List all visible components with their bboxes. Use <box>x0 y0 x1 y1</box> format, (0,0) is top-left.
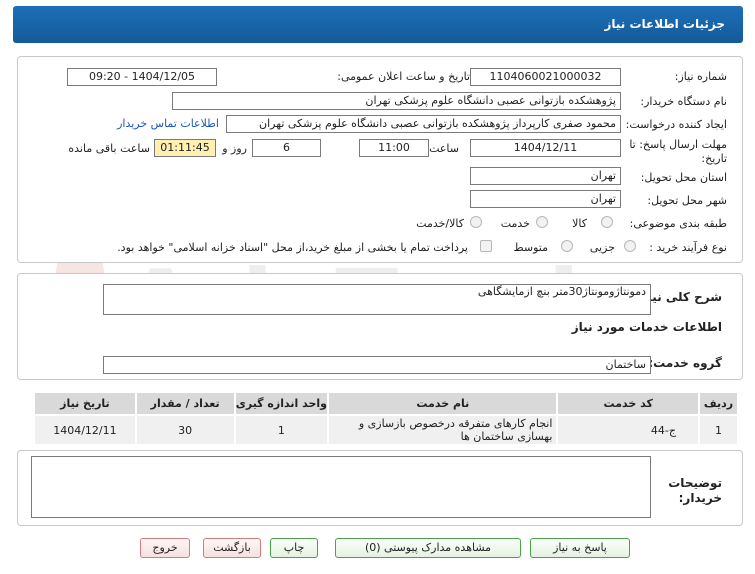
category-goods-radio[interactable] <box>601 216 613 228</box>
buyer-org-label: نام دستگاه خریدار: <box>640 95 727 108</box>
col-unit: واحد اندازه گیری <box>233 391 330 416</box>
delivery-province-label: استان محل تحویل: <box>640 171 727 184</box>
request-creator-field: محمود صفری کارپرداز پژوهشکده بازتوانی عص… <box>226 115 621 133</box>
deadline-label-line2: تاریخ: <box>701 152 727 165</box>
services-table: تاریخ نیاز تعداد / مقدار واحد اندازه گیر… <box>33 391 739 446</box>
category-service-label: خدمت <box>500 217 530 230</box>
process-medium-radio[interactable] <box>561 240 573 252</box>
process-minor-radio[interactable] <box>624 240 636 252</box>
buyer-org-field: پژوهشکده بازتوانی عصبی دانشگاه علوم پزشک… <box>172 92 621 110</box>
deadline-date-field: 1404/12/11 <box>470 139 621 157</box>
reply-button[interactable]: پاسخ به نیاز <box>530 538 630 558</box>
table-row: 1404/12/11 30 1 انجام کارهای متفرقه درخص… <box>33 414 739 446</box>
col-quantity: تعداد / مقدار <box>134 391 236 416</box>
process-minor-label: جزیی <box>589 241 615 254</box>
category-goods-service-label: کالا/خدمت <box>416 217 464 230</box>
delivery-city-field: تهران <box>470 190 621 208</box>
deadline-time-field: 11:00 <box>359 139 429 157</box>
back-button[interactable]: بازگشت <box>203 538 261 558</box>
cell-need-date: 1404/12/11 <box>33 414 137 446</box>
announce-datetime-label: تاریخ و ساعت اعلان عمومی: <box>337 70 470 83</box>
buyer-notes-field[interactable] <box>31 456 651 518</box>
islamic-treasury-checkbox[interactable] <box>480 240 492 252</box>
buyer-contact-link[interactable]: اطلاعات تماس خریدار <box>117 117 219 130</box>
payment-note: پرداخت تمام یا بخشی از مبلغ خرید،از محل … <box>117 241 468 254</box>
col-service-name: نام خدمت <box>327 391 559 416</box>
category-service-radio[interactable] <box>536 216 548 228</box>
cell-service-code: ج-44 <box>556 414 700 446</box>
attached-docs-button[interactable]: مشاهده مدارک پیوستی (0) <box>335 538 521 558</box>
service-group-field: ساختمان <box>103 356 651 374</box>
delivery-city-label: شهر محل تحویل: <box>647 194 727 207</box>
col-row-number: ردیف <box>698 391 739 416</box>
need-number-field: 1104060021000032 <box>470 68 621 86</box>
deadline-label-line1: مهلت ارسال پاسخ: تا <box>629 138 727 151</box>
purchase-process-label: نوع فرآیند خرید : <box>649 241 727 254</box>
print-button[interactable]: چاپ <box>270 538 318 558</box>
process-medium-label: متوسط <box>513 241 548 254</box>
service-group-label: گروه خدمت: <box>648 356 722 370</box>
services-table-header: تاریخ نیاز تعداد / مقدار واحد اندازه گیر… <box>33 391 739 416</box>
need-number-label: شماره نیاز: <box>674 70 727 83</box>
need-details-panel <box>17 56 743 263</box>
time-remaining-field: 01:11:45 <box>154 139 216 157</box>
cell-quantity: 30 <box>134 414 236 446</box>
page-title: جزئیات اطلاعات نیاز <box>604 17 725 31</box>
buyer-notes-label-line2: خریدار: <box>678 491 722 505</box>
category-label: طبقه بندی موضوعی: <box>629 217 727 230</box>
col-need-date: تاریخ نیاز <box>33 391 137 416</box>
exit-button[interactable]: خروج <box>140 538 190 558</box>
announce-datetime-field: 1404/12/05 - 09:20 <box>67 68 217 86</box>
days-label: روز و <box>222 142 247 155</box>
request-creator-label: ایجاد کننده درخواست: <box>625 118 727 131</box>
page-header: جزئیات اطلاعات نیاز <box>13 6 743 43</box>
buyer-notes-label-line1: توضیحات <box>668 476 722 490</box>
services-section-title: اطلاعات خدمات مورد نیاز <box>571 320 722 334</box>
cell-row-number: 1 <box>698 414 739 446</box>
time-remaining-label: ساعت باقی مانده <box>68 142 150 155</box>
deadline-time-label: ساعت <box>429 142 459 155</box>
delivery-province-field: تهران <box>470 167 621 185</box>
col-service-code: کد خدمت <box>556 391 700 416</box>
days-remaining-field: 6 <box>252 139 321 157</box>
cell-service-name: انجام کارهای متفرقه درخصوص بازسازی و بهس… <box>327 414 559 446</box>
cell-unit: 1 <box>233 414 330 446</box>
category-goods-label: کالا <box>572 217 587 230</box>
category-goods-service-radio[interactable] <box>470 216 482 228</box>
description-field: دمونتاژومونتاژ30متر بنچ ازمایشگاهی <box>103 284 651 315</box>
